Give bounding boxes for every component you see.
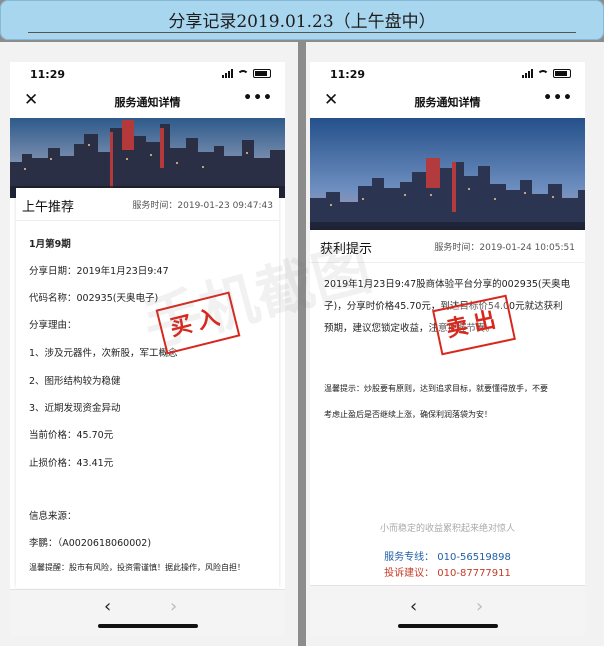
status-time: 11:29 [30, 68, 66, 81]
share-date: 分享日期：2019年1月23日9:47 [29, 266, 169, 277]
bottom-nav-bar: ‹ › [10, 589, 285, 636]
header-banner: 分享记录2019.01.23（上午盘中） [0, 0, 604, 40]
complaint-hotline[interactable]: 投诉建议： 010-87777911 [310, 564, 585, 579]
battery-icon [253, 69, 271, 78]
notification-card: 上午推荐 服务时间：2019-01-23 09:47:43 1月第9期 分享日期… [16, 188, 279, 588]
battery-icon [553, 69, 571, 78]
nav-bar: ✕ 服务通知详情 ••• [10, 86, 285, 118]
issue-number: 1月第9期 [29, 239, 71, 250]
right-screenshot-panel: 11:29 ✕ 服务通知详情 ••• 获利提示 服务时间：2019-01-24 … [306, 42, 604, 646]
card-title: 上午推荐 [22, 200, 75, 215]
chevron-left-icon[interactable]: ‹ [104, 596, 111, 617]
current-price: 当前价格：45.70元 [29, 430, 114, 441]
signal-icon [522, 69, 533, 78]
notification-card: 获利提示 服务时间：2019-01-24 10:05:51 2019年1月23日… [310, 230, 585, 590]
wifi-icon [537, 69, 549, 78]
city-skyline-image [10, 118, 285, 198]
bottom-nav-bar: ‹ › [310, 585, 585, 636]
reason-2: 2、图形结构较为稳健 [29, 376, 121, 387]
tip-line: 考虑止盈后是否继续上涨，确保利润落袋为安！ [324, 410, 492, 419]
source-label: 信息来源： [29, 511, 77, 522]
nav-bar: ✕ 服务通知详情 ••• [310, 86, 585, 118]
status-bar: 11:29 [310, 62, 585, 86]
status-time: 11:29 [330, 68, 366, 81]
reason-1: 1、涉及元器件，次新股，军工概念 [29, 348, 178, 359]
status-bar: 11:29 [10, 62, 285, 86]
left-screenshot-panel: 11:29 ✕ 服务通知详情 ••• 上午推荐 服务时间：2019-01-23 … [0, 42, 298, 646]
reason-3: 3、近期发现资金异动 [29, 403, 121, 414]
card-title: 获利提示 [320, 242, 373, 257]
phone-screen-sell: 11:29 ✕ 服务通知详情 ••• 获利提示 服务时间：2019-01-24 … [310, 62, 585, 636]
chevron-left-icon[interactable]: ‹ [410, 596, 417, 617]
stop-loss-price: 止损价格：43.41元 [29, 458, 114, 469]
city-skyline-image [310, 118, 585, 238]
service-hotline[interactable]: 服务专线： 010-56519898 [310, 548, 585, 563]
banner-title: 分享记录2019.01.23（上午盘中） [168, 12, 436, 32]
reason-label: 分享理由： [29, 320, 77, 331]
chevron-right-icon[interactable]: › [170, 596, 177, 617]
more-icon[interactable]: ••• [543, 90, 573, 106]
signal-icon [222, 69, 233, 78]
home-indicator [98, 624, 198, 628]
banner-divider [28, 32, 576, 33]
tip-text: 温馨提示：炒股要有原则，达到追求目标，就要懂得放手，不要 考虑止盈后是否继续上涨… [324, 376, 575, 428]
phone-screen-buy: 11:29 ✕ 服务通知详情 ••• 上午推荐 服务时间：2019-01-23 … [10, 62, 285, 636]
chevron-right-icon[interactable]: › [476, 596, 483, 617]
service-time: 服务时间：2019-01-23 09:47:43 [132, 201, 273, 211]
home-indicator [398, 624, 498, 628]
wifi-icon [237, 69, 249, 78]
more-icon[interactable]: ••• [243, 90, 273, 106]
tip-line: 温馨提示：炒股要有原则，达到追求目标，就要懂得放手，不要 [324, 384, 548, 393]
service-time: 服务时间：2019-01-24 10:05:51 [434, 243, 575, 253]
risk-warning: 温馨提醒：股市有风险，投资需谨慎！据此操作，风险自担！ [29, 563, 245, 572]
motto-text: 小而稳定的收益累积起来绝对惊人 [379, 524, 515, 534]
stock-code: 代码名称：002935(天奥电子) [29, 293, 159, 304]
profit-message-line: 2019年1月23日9:47股商体验平台分享的002935(天奥电 [324, 279, 571, 290]
source-analyst: 李鹏：（A0020618060002) [29, 538, 152, 549]
